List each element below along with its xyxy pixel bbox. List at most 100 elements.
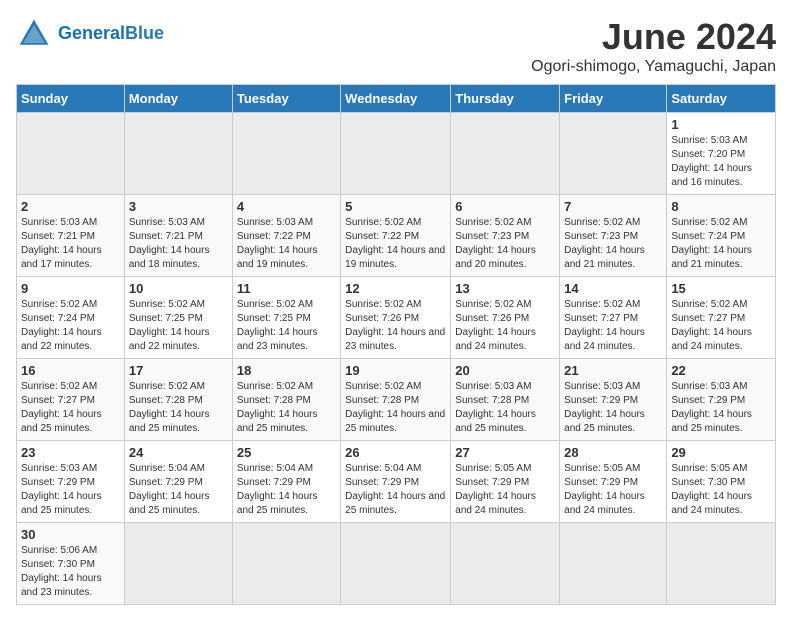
day-number: 1 [671,117,771,132]
day-number: 15 [671,281,771,296]
calendar-cell: 29 Sunrise: 5:05 AM Sunset: 7:30 PM Dayli… [667,441,776,523]
calendar-cell: 7 Sunrise: 5:02 AM Sunset: 7:23 PM Daylig… [560,195,667,277]
day-number: 10 [129,281,228,296]
calendar-cell: 12Sunrise: 5:02 AM Sunset: 7:26 PM Dayli… [341,277,451,359]
calendar-cell [560,523,667,605]
calendar-cell: 1 Sunrise: 5:03 AM Sunset: 7:20 PM Daylig… [667,113,776,195]
calendar-week-row: 16 Sunrise: 5:02 AM Sunset: 7:27 PM Dayli… [17,359,776,441]
day-number: 25 [237,445,336,460]
day-number: 17 [129,363,228,378]
day-number: 8 [671,199,771,214]
day-info: Sunrise: 5:03 AM Sunset: 7:20 PM Dayligh… [671,134,771,190]
calendar-cell [341,113,451,195]
calendar-cell: 28Sunrise: 5:05 AM Sunset: 7:29 PM Dayli… [560,441,667,523]
day-info: Sunrise: 5:02 AM Sunset: 7:26 PM Dayligh… [455,298,555,354]
logo-blue: Blue [125,23,164,43]
calendar-cell: 26Sunrise: 5:04 AM Sunset: 7:29 PM Dayli… [341,441,451,523]
day-of-week-header: Friday [560,85,667,113]
main-title: June 2024 [531,16,776,58]
day-number: 21 [564,363,662,378]
calendar-cell [560,113,667,195]
calendar-body: 1 Sunrise: 5:03 AM Sunset: 7:20 PM Daylig… [17,113,776,605]
day-info: Sunrise: 5:05 AM Sunset: 7:30 PM Dayligh… [671,462,771,518]
day-number: 2 [21,199,120,214]
calendar-cell: 2Sunrise: 5:03 AM Sunset: 7:21 PM Daylig… [17,195,125,277]
day-info: Sunrise: 5:02 AM Sunset: 7:24 PM Dayligh… [671,216,771,272]
calendar-cell: 30 Sunrise: 5:06 AM Sunset: 7:30 PM Dayli… [17,523,125,605]
day-number: 30 [21,527,120,542]
day-number: 14 [564,281,662,296]
day-info: Sunrise: 5:02 AM Sunset: 7:25 PM Dayligh… [129,298,228,354]
day-number: 22 [671,363,771,378]
calendar-cell: 19 Sunrise: 5:02 AM Sunset: 7:28 PM Dayli… [341,359,451,441]
calendar-cell: 15 Sunrise: 5:02 AM Sunset: 7:27 PM Dayli… [667,277,776,359]
day-info: Sunrise: 5:02 AM Sunset: 7:27 PM Dayligh… [21,380,120,436]
day-info: Sunrise: 5:02 AM Sunset: 7:22 PM Dayligh… [345,216,446,272]
day-info: Sunrise: 5:02 AM Sunset: 7:27 PM Dayligh… [564,298,662,354]
day-of-week-header: Saturday [667,85,776,113]
calendar-cell [451,113,560,195]
day-info: Sunrise: 5:02 AM Sunset: 7:28 PM Dayligh… [129,380,228,436]
calendar-week-row: 9 Sunrise: 5:02 AM Sunset: 7:24 PM Daylig… [17,277,776,359]
day-info: Sunrise: 5:06 AM Sunset: 7:30 PM Dayligh… [21,544,120,600]
day-number: 16 [21,363,120,378]
logo-general: General [58,23,125,43]
day-number: 5 [345,199,446,214]
calendar-week-row: 30 Sunrise: 5:06 AM Sunset: 7:30 PM Dayli… [17,523,776,605]
calendar-cell: 23Sunrise: 5:03 AM Sunset: 7:29 PM Dayli… [17,441,125,523]
calendar-cell [232,113,340,195]
day-number: 19 [345,363,446,378]
day-info: Sunrise: 5:04 AM Sunset: 7:29 PM Dayligh… [237,462,336,518]
day-number: 18 [237,363,336,378]
day-of-week-header: Sunday [17,85,125,113]
day-number: 24 [129,445,228,460]
calendar-header-row: SundayMondayTuesdayWednesdayThursdayFrid… [17,85,776,113]
day-number: 28 [564,445,662,460]
calendar-cell: 5 Sunrise: 5:02 AM Sunset: 7:22 PM Daylig… [341,195,451,277]
calendar-cell: 20Sunrise: 5:03 AM Sunset: 7:28 PM Dayli… [451,359,560,441]
calendar-cell [124,113,232,195]
day-info: Sunrise: 5:02 AM Sunset: 7:24 PM Dayligh… [21,298,120,354]
day-number: 3 [129,199,228,214]
calendar-cell [232,523,340,605]
logo: GeneralBlue [16,16,164,52]
day-number: 9 [21,281,120,296]
day-of-week-header: Thursday [451,85,560,113]
day-info: Sunrise: 5:02 AM Sunset: 7:26 PM Dayligh… [345,298,446,354]
day-info: Sunrise: 5:03 AM Sunset: 7:28 PM Dayligh… [455,380,555,436]
day-info: Sunrise: 5:05 AM Sunset: 7:29 PM Dayligh… [455,462,555,518]
calendar-cell [667,523,776,605]
day-number: 7 [564,199,662,214]
day-number: 26 [345,445,446,460]
calendar-cell: 17 Sunrise: 5:02 AM Sunset: 7:28 PM Dayli… [124,359,232,441]
calendar-cell [341,523,451,605]
calendar-cell: 22 Sunrise: 5:03 AM Sunset: 7:29 PM Dayli… [667,359,776,441]
calendar-cell: 8 Sunrise: 5:02 AM Sunset: 7:24 PM Daylig… [667,195,776,277]
calendar-cell: 11Sunrise: 5:02 AM Sunset: 7:25 PM Dayli… [232,277,340,359]
day-info: Sunrise: 5:04 AM Sunset: 7:29 PM Dayligh… [129,462,228,518]
day-info: Sunrise: 5:03 AM Sunset: 7:29 PM Dayligh… [564,380,662,436]
calendar-cell: 6Sunrise: 5:02 AM Sunset: 7:23 PM Daylig… [451,195,560,277]
logo-icon [16,16,52,52]
header: GeneralBlue June 2024 Ogori-shimogo, Yam… [16,16,776,76]
day-info: Sunrise: 5:02 AM Sunset: 7:28 PM Dayligh… [345,380,446,436]
calendar-cell [124,523,232,605]
calendar-cell: 3 Sunrise: 5:03 AM Sunset: 7:21 PM Daylig… [124,195,232,277]
day-number: 11 [237,281,336,296]
day-number: 6 [455,199,555,214]
calendar-cell: 14 Sunrise: 5:02 AM Sunset: 7:27 PM Dayli… [560,277,667,359]
calendar-table: SundayMondayTuesdayWednesdayThursdayFrid… [16,84,776,605]
subtitle: Ogori-shimogo, Yamaguchi, Japan [531,58,776,76]
day-of-week-header: Wednesday [341,85,451,113]
day-number: 4 [237,199,336,214]
day-number: 13 [455,281,555,296]
day-number: 29 [671,445,771,460]
calendar-cell: 27Sunrise: 5:05 AM Sunset: 7:29 PM Dayli… [451,441,560,523]
day-info: Sunrise: 5:03 AM Sunset: 7:21 PM Dayligh… [129,216,228,272]
calendar-week-row: 1 Sunrise: 5:03 AM Sunset: 7:20 PM Daylig… [17,113,776,195]
day-info: Sunrise: 5:02 AM Sunset: 7:23 PM Dayligh… [564,216,662,272]
calendar-week-row: 2 Sunrise: 5:03 AM Sunset: 7:21 PM Daylig… [17,195,776,277]
day-info: Sunrise: 5:02 AM Sunset: 7:27 PM Dayligh… [671,298,771,354]
day-info: Sunrise: 5:03 AM Sunset: 7:29 PM Dayligh… [671,380,771,436]
day-info: Sunrise: 5:03 AM Sunset: 7:29 PM Dayligh… [21,462,120,518]
